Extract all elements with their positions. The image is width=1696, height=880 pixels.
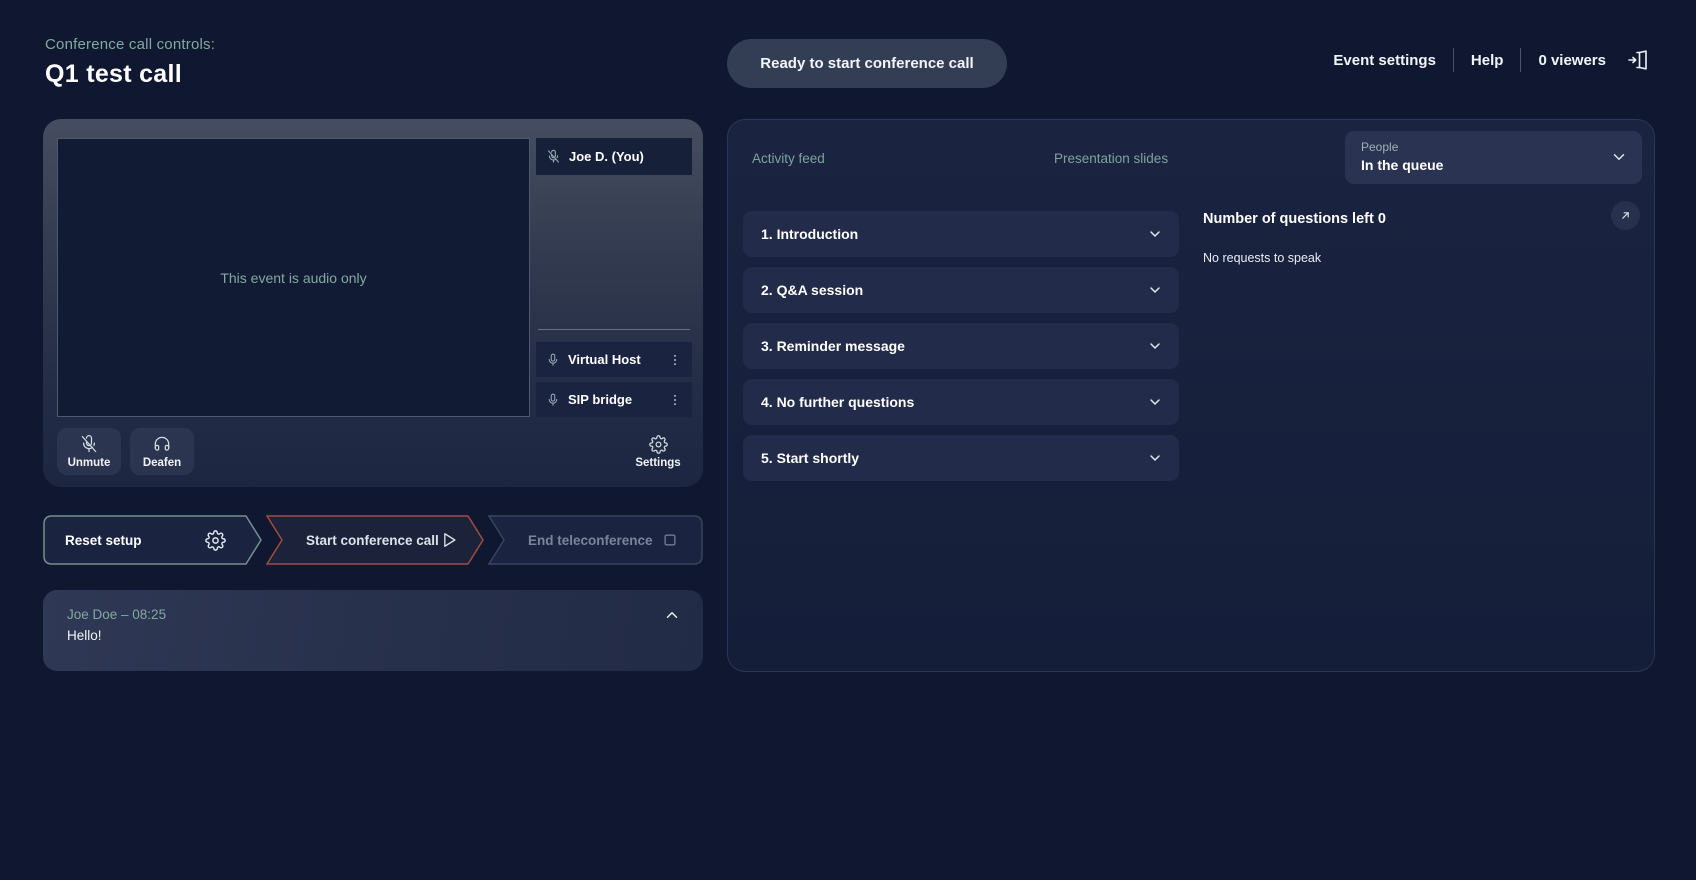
unmute-button[interactable]: Unmute <box>57 428 121 475</box>
chat-collapse-button[interactable] <box>663 606 681 624</box>
gear-icon <box>205 530 226 551</box>
settings-button[interactable]: Settings <box>627 427 689 477</box>
participant-row-virtual-host[interactable]: Virtual Host <box>536 342 692 377</box>
participant-rail: Joe D. (You) Virtual Host <box>536 138 692 417</box>
page-subtitle: Conference call controls: <box>45 36 215 53</box>
tab-activity-feed[interactable]: Activity feed <box>752 151 825 166</box>
stop-icon <box>661 531 679 549</box>
exit-door-icon <box>1626 48 1650 72</box>
activity-item-label: 2. Q&A session <box>761 282 863 298</box>
chevron-down-icon <box>1147 450 1163 466</box>
deafen-button[interactable]: Deafen <box>130 428 194 475</box>
page-header: Conference call controls: Q1 test call <box>45 36 215 89</box>
status-pill: Ready to start conference call <box>727 39 1007 88</box>
viewers-count: 0 viewers <box>1538 52 1606 69</box>
activity-item-reminder-message[interactable]: 3. Reminder message <box>743 323 1179 369</box>
end-teleconference-button[interactable]: End teleconference <box>488 515 703 565</box>
expand-arrow-icon <box>1619 209 1632 222</box>
stage-card: This event is audio only Joe D. (You) <box>43 119 703 487</box>
mic-muted-icon <box>79 434 99 454</box>
start-conference-call-label: Start conference call <box>306 533 439 548</box>
activity-item-label: 3. Reminder message <box>761 338 905 354</box>
chevron-down-icon <box>1147 394 1163 410</box>
chevron-down-icon <box>1147 338 1163 354</box>
event-panel: Activity feed Presentation slides People… <box>727 119 1655 672</box>
mic-icon <box>546 353 560 367</box>
play-icon <box>439 530 459 550</box>
video-area: This event is audio only <box>57 138 530 417</box>
leave-event-button[interactable] <box>1626 48 1650 72</box>
status-pill-label: Ready to start conference call <box>760 55 973 72</box>
deafen-label: Deafen <box>143 457 181 469</box>
chat-message-card: Joe Doe – 08:25 Hello! <box>43 590 703 671</box>
event-settings-link[interactable]: Event settings <box>1333 52 1436 69</box>
call-flow-buttons: Reset setup Start conference call <box>43 515 703 565</box>
activity-item-no-further-questions[interactable]: 4. No further questions <box>743 379 1179 425</box>
chevron-down-icon <box>1610 148 1628 166</box>
mic-icon <box>546 393 560 407</box>
help-link[interactable]: Help <box>1471 52 1504 69</box>
activity-item-qa-session[interactable]: 2. Q&A session <box>743 267 1179 313</box>
nav-divider <box>1520 48 1521 72</box>
chevron-up-icon <box>663 606 681 624</box>
headphones-icon <box>152 434 172 454</box>
participant-row-sip-bridge[interactable]: SIP bridge <box>536 382 692 417</box>
activity-item-introduction[interactable]: 1. Introduction <box>743 211 1179 257</box>
mic-muted-icon <box>546 149 561 164</box>
nav-divider <box>1453 48 1454 72</box>
chat-message-text: Hello! <box>67 628 679 643</box>
gear-icon <box>649 435 668 454</box>
kebab-menu-icon[interactable] <box>666 391 684 409</box>
reset-setup-button[interactable]: Reset setup <box>43 515 262 565</box>
people-dropdown[interactable]: People In the queue <box>1345 131 1642 184</box>
chat-author-timestamp: Joe Doe – 08:25 <box>67 607 679 622</box>
no-requests-message: No requests to speak <box>1203 251 1583 265</box>
kebab-menu-icon[interactable] <box>666 351 684 369</box>
activity-item-start-shortly[interactable]: 5. Start shortly <box>743 435 1179 481</box>
settings-label: Settings <box>635 457 680 469</box>
tab-presentation-slides[interactable]: Presentation slides <box>1054 151 1168 166</box>
participant-name: Joe D. (You) <box>569 149 684 164</box>
unmute-label: Unmute <box>68 457 111 469</box>
participant-name: SIP bridge <box>568 392 658 407</box>
conference-controls-screen: Conference call controls: Q1 test call R… <box>0 0 1696 880</box>
questions-left-counter: Number of questions left 0 <box>1203 211 1583 227</box>
people-dropdown-label: People <box>1361 140 1626 154</box>
activity-feed-list: 1. Introduction 2. Q&A session 3. Remind… <box>743 211 1179 481</box>
rail-divider <box>538 329 690 330</box>
reset-setup-label: Reset setup <box>65 533 142 548</box>
people-dropdown-value: In the queue <box>1361 157 1626 173</box>
chevron-down-icon <box>1147 226 1163 242</box>
activity-item-label: 5. Start shortly <box>761 450 859 466</box>
activity-item-label: 4. No further questions <box>761 394 914 410</box>
queue-column: Number of questions left 0 No requests t… <box>1203 211 1583 265</box>
audio-only-message: This event is audio only <box>220 270 366 286</box>
activity-item-label: 1. Introduction <box>761 226 858 242</box>
expand-queue-button[interactable] <box>1611 201 1640 230</box>
stage-controls: Unmute Deafen <box>57 428 194 475</box>
end-teleconference-label: End teleconference <box>528 533 653 548</box>
participant-row-self[interactable]: Joe D. (You) <box>536 138 692 175</box>
participant-name: Virtual Host <box>568 352 658 367</box>
page-title: Q1 test call <box>45 60 215 89</box>
chevron-down-icon <box>1147 282 1163 298</box>
top-nav: Event settings Help 0 viewers <box>1333 44 1650 76</box>
start-conference-call-button[interactable]: Start conference call <box>266 515 484 565</box>
rail-spacer <box>536 175 692 329</box>
